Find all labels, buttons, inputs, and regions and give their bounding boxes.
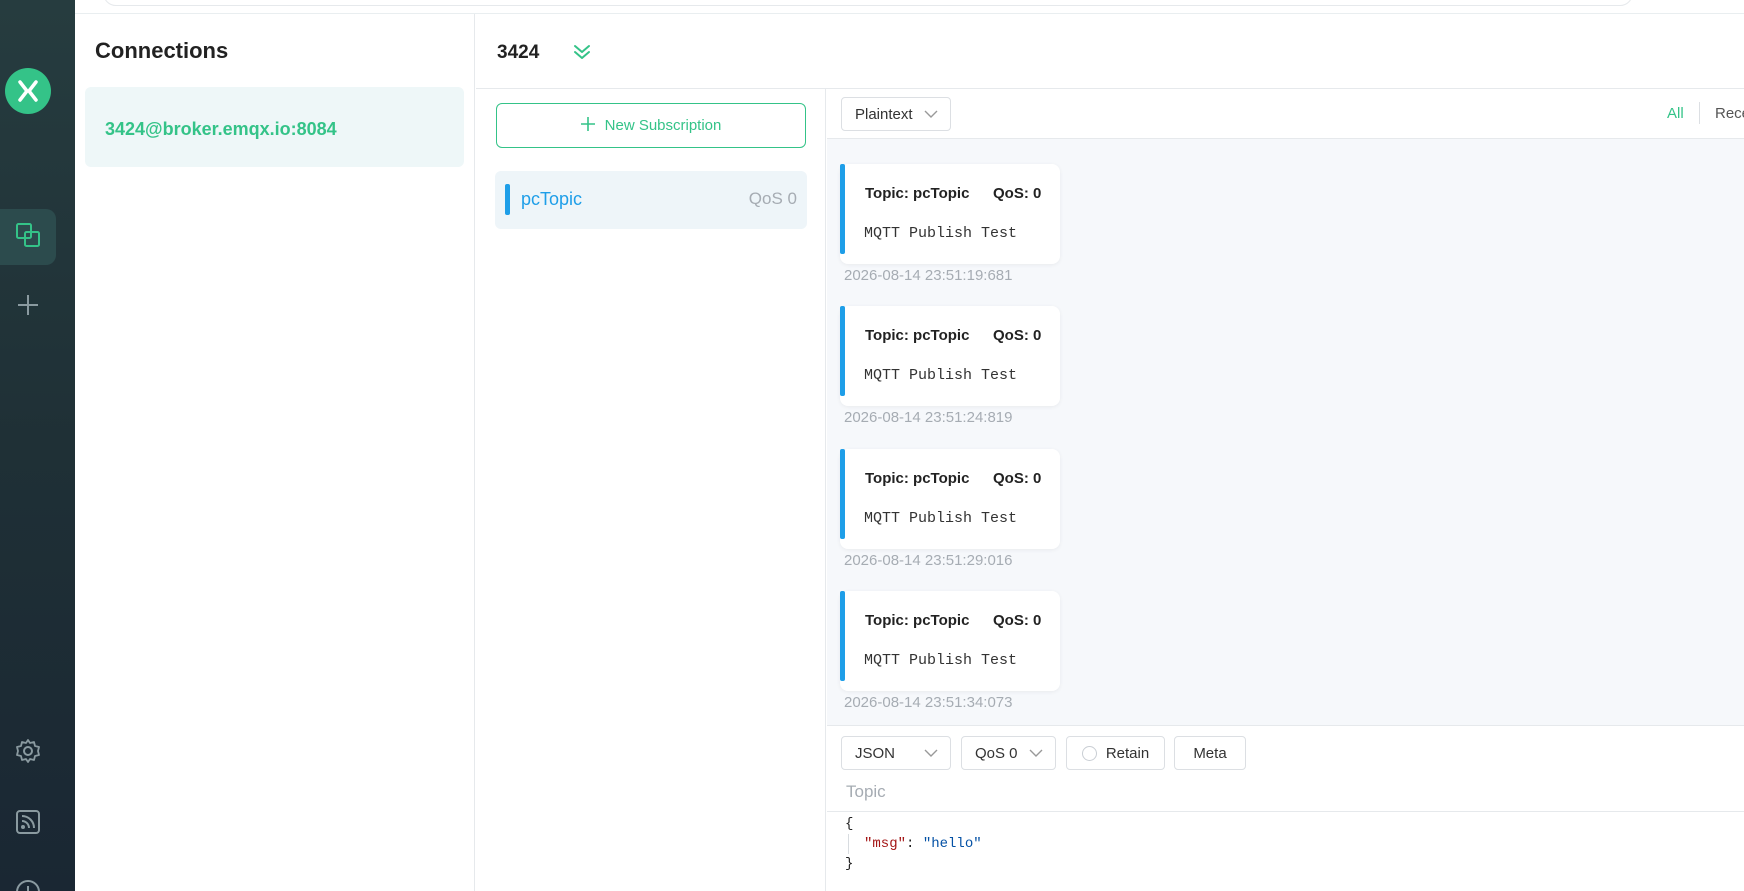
publish-format-value: JSON bbox=[855, 744, 896, 762]
message-qos: QoS: 0 bbox=[993, 470, 1042, 487]
code-line: { bbox=[845, 816, 854, 832]
retain-toggle[interactable]: Retain bbox=[1066, 736, 1165, 770]
subscriptions-panel: New Subscription pcTopic QoS 0 bbox=[476, 89, 826, 891]
messages-toolbar: Plaintext All Rece bbox=[827, 89, 1744, 139]
message-qos: QoS: 0 bbox=[993, 327, 1042, 344]
subscription-topic: pcTopic bbox=[521, 189, 583, 209]
payload-format-select[interactable]: Plaintext bbox=[841, 97, 951, 131]
publish-topic-input[interactable]: Topic bbox=[846, 782, 886, 802]
divider bbox=[827, 811, 1744, 812]
meta-label: Meta bbox=[1193, 744, 1227, 762]
subscription-qos: QoS 0 bbox=[748, 189, 797, 208]
nav-connections-button[interactable] bbox=[0, 209, 56, 265]
nav-settings-button[interactable] bbox=[0, 725, 56, 781]
rss-icon bbox=[14, 808, 42, 841]
message-payload: MQTT Publish Test bbox=[864, 652, 1018, 669]
topic-color-bar bbox=[505, 184, 510, 215]
message-color-stripe bbox=[840, 164, 845, 254]
filter-divider bbox=[1699, 102, 1700, 124]
message-timestamp: 2026-08-14 23:51:34:073 bbox=[844, 694, 1013, 711]
message-payload: MQTT Publish Test bbox=[864, 510, 1018, 527]
message-qos: QoS: 0 bbox=[993, 185, 1042, 202]
expand-chevron-icon[interactable] bbox=[570, 40, 594, 64]
message-timestamp: 2026-08-14 23:51:19:681 bbox=[844, 267, 1013, 284]
message-card[interactable]: Topic: pcTopic QoS: 0 MQTT Publish Test bbox=[840, 164, 1060, 264]
messages-panel: Plaintext All Rece Topic: pcTopic QoS: 0… bbox=[827, 89, 1744, 725]
connection-item[interactable]: 3424@broker.emqx.io:8084 bbox=[85, 87, 464, 167]
message-topic: Topic: pcTopic bbox=[865, 470, 970, 487]
publish-panel: JSON QoS 0 Retain Meta Topic { "msg": "h… bbox=[827, 725, 1744, 891]
connections-icon bbox=[14, 221, 42, 254]
message-color-stripe bbox=[840, 591, 845, 681]
new-subscription-label: New Subscription bbox=[604, 117, 722, 134]
message-card[interactable]: Topic: pcTopic QoS: 0 MQTT Publish Test bbox=[840, 449, 1060, 549]
connections-panel: Connections 3424@broker.emqx.io:8084 bbox=[75, 14, 475, 891]
nav-log-button[interactable] bbox=[0, 796, 56, 852]
message-payload: MQTT Publish Test bbox=[864, 225, 1018, 242]
nav-rail bbox=[0, 0, 75, 891]
message-card[interactable]: Topic: pcTopic QoS: 0 MQTT Publish Test bbox=[840, 591, 1060, 691]
chevron-down-icon bbox=[1029, 746, 1043, 760]
nav-new-connection-button[interactable] bbox=[0, 279, 56, 335]
message-timestamp: 2026-08-14 23:51:24:819 bbox=[844, 409, 1013, 426]
message-timestamp: 2026-08-14 23:51:29:016 bbox=[844, 552, 1013, 569]
top-search-bar bbox=[75, 0, 1744, 14]
search-input[interactable] bbox=[103, 0, 1633, 6]
connection-header: 3424 bbox=[476, 14, 1744, 89]
connections-title: Connections bbox=[95, 38, 229, 63]
publish-qos-value: QoS 0 bbox=[975, 744, 1018, 762]
publish-qos-select[interactable]: QoS 0 bbox=[961, 736, 1056, 770]
nav-about-button[interactable] bbox=[0, 866, 56, 891]
payload-editor[interactable]: { "msg": "hello" } bbox=[845, 814, 982, 874]
message-color-stripe bbox=[840, 306, 845, 396]
message-qos: QoS: 0 bbox=[993, 612, 1042, 629]
chevron-down-icon bbox=[924, 107, 938, 121]
info-icon bbox=[14, 878, 42, 891]
connection-name: 3424 bbox=[497, 42, 540, 63]
retain-label: Retain bbox=[1105, 744, 1150, 762]
plus-icon bbox=[580, 116, 595, 135]
gear-icon bbox=[14, 737, 42, 770]
message-color-stripe bbox=[840, 449, 845, 539]
filter-received-tab[interactable]: Rece bbox=[1715, 105, 1744, 122]
chevron-down-icon bbox=[924, 746, 938, 760]
message-topic: Topic: pcTopic bbox=[865, 185, 970, 202]
message-payload: MQTT Publish Test bbox=[864, 367, 1018, 384]
mqttx-logo-icon bbox=[5, 68, 51, 114]
code-line: } bbox=[845, 856, 854, 872]
filter-all-tab[interactable]: All bbox=[1667, 105, 1684, 122]
payload-format-value: Plaintext bbox=[855, 105, 913, 123]
publish-format-select[interactable]: JSON bbox=[841, 736, 951, 770]
app-window: Connections 3424@broker.emqx.io:8084 342… bbox=[0, 0, 1744, 891]
retain-radio-icon bbox=[1081, 745, 1097, 761]
plus-icon bbox=[16, 293, 40, 322]
subscription-item[interactable]: pcTopic QoS 0 bbox=[495, 171, 807, 229]
meta-button[interactable]: Meta bbox=[1174, 736, 1246, 770]
message-topic: Topic: pcTopic bbox=[865, 612, 970, 629]
message-topic: Topic: pcTopic bbox=[865, 327, 970, 344]
code-line: "msg": "hello" bbox=[845, 834, 982, 854]
new-subscription-button[interactable]: New Subscription bbox=[496, 103, 806, 148]
message-card[interactable]: Topic: pcTopic QoS: 0 MQTT Publish Test bbox=[840, 306, 1060, 406]
